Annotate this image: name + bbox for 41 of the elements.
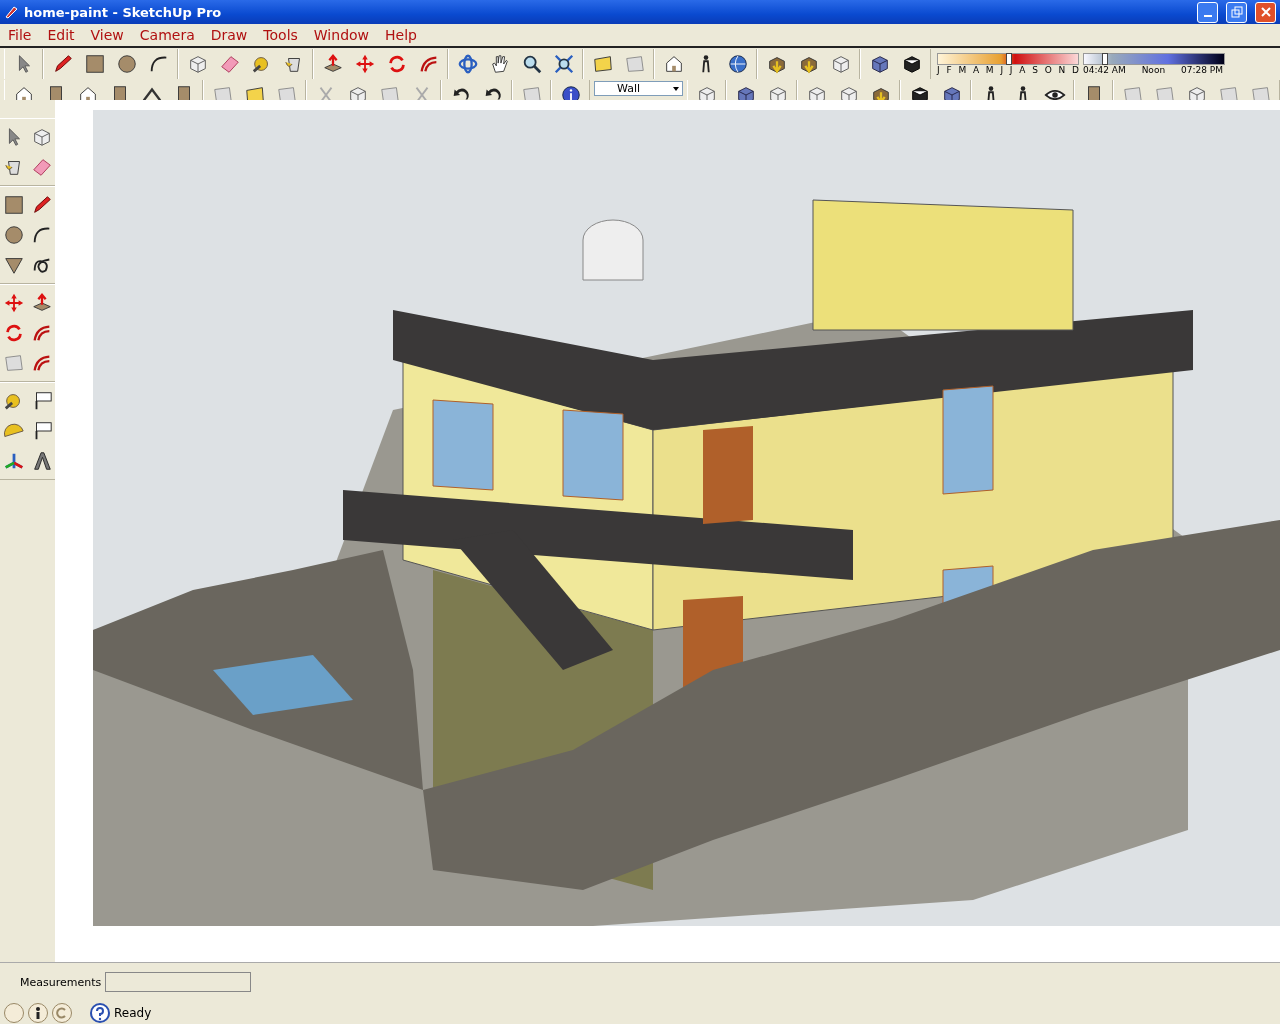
time-label: 07:28 PM — [1181, 65, 1223, 75]
menu-item[interactable]: Help — [377, 27, 425, 43]
minimize-icon — [1203, 15, 1212, 17]
month-label: J — [1000, 65, 1004, 75]
menu-item[interactable]: Window — [305, 27, 378, 43]
menu-item[interactable]: Edit — [39, 27, 83, 43]
month-label: A — [972, 65, 980, 75]
month-label: S — [1032, 65, 1038, 75]
layer-dropdown[interactable]: Wall — [594, 81, 683, 96]
restore-icon — [1230, 6, 1243, 18]
month-slider[interactable] — [937, 53, 1079, 65]
time-slider-thumb[interactable] — [1101, 53, 1108, 65]
month-label: M — [958, 65, 967, 75]
month-label: O — [1044, 65, 1052, 75]
help-icon[interactable] — [90, 1003, 110, 1023]
minimize-button[interactable] — [1197, 1, 1218, 23]
month-slider-thumb[interactable] — [1006, 53, 1012, 65]
status-text: Ready — [114, 1006, 152, 1020]
menu-item[interactable]: File — [0, 27, 40, 43]
time-slider[interactable] — [1083, 53, 1225, 65]
close-icon — [1259, 6, 1272, 18]
menu-item[interactable]: View — [82, 27, 132, 43]
measurements-label: Measurements — [20, 975, 102, 989]
month-label: F — [946, 65, 952, 75]
month-label: N — [1058, 65, 1066, 75]
restore-button[interactable] — [1226, 1, 1247, 23]
measurements-field[interactable] — [105, 972, 252, 992]
month-label: A — [1019, 65, 1026, 75]
menu-item[interactable]: Camera — [131, 27, 203, 43]
month-label: J — [1009, 65, 1013, 75]
window-title: home-paint - SketchUp Pro — [24, 4, 223, 20]
time-label: 04:42 AM — [1083, 65, 1126, 75]
menu-item[interactable]: Tools — [255, 27, 306, 43]
month-label: J — [937, 65, 940, 75]
month-label: D — [1072, 65, 1079, 75]
month-label: M — [985, 65, 994, 75]
time-label: Noon — [1141, 65, 1166, 75]
close-button[interactable] — [1255, 1, 1276, 23]
credits-icon[interactable] — [28, 1003, 48, 1023]
menu-item[interactable]: Draw — [202, 27, 256, 43]
app-logo-icon — [4, 5, 18, 19]
